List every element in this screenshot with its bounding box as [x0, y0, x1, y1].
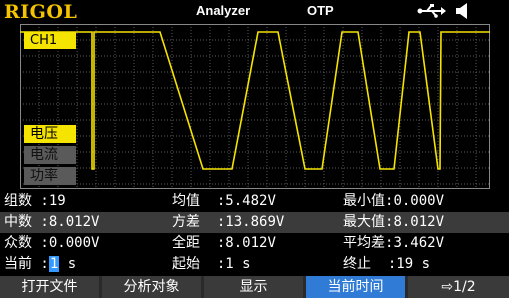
- page-indicator: 1/2: [453, 279, 476, 295]
- channel-label: CH1: [24, 32, 76, 49]
- current-time-field[interactable]: 1: [48, 256, 60, 272]
- stat-mode: 众数 :0.000V: [4, 235, 100, 251]
- stat-end-time: 终止 :19 s: [343, 256, 431, 272]
- arrow-right-icon: ⇨: [441, 279, 454, 295]
- usb-icon: [417, 4, 446, 18]
- stat-median: 中数 :8.012V: [4, 214, 100, 230]
- stat-mean-deviation: 平均差:3.462V: [343, 235, 445, 251]
- waveform-plot: [20, 24, 490, 189]
- stats-row: 众数 :0.000V 全距 :8.012V 平均差:3.462V: [0, 233, 509, 254]
- stat-mean: 均值 :5.482V: [172, 193, 276, 209]
- stat-variance: 方差 :13.869V: [172, 214, 285, 230]
- stat-range: 全距 :8.012V: [172, 235, 276, 251]
- open-file-softkey[interactable]: 打开文件: [0, 276, 99, 298]
- current-time-softkey[interactable]: 当前时间: [306, 276, 405, 298]
- stats-row: 组数 :19 均值 :5.482V 最小值:0.000V: [0, 191, 509, 212]
- mode-current-button[interactable]: 电流: [24, 146, 76, 164]
- stat-current-time[interactable]: 当前 :1 s: [4, 254, 76, 275]
- otp-indicator: OTP: [307, 3, 334, 18]
- mode-title: Analyzer: [196, 3, 251, 18]
- analysis-target-softkey[interactable]: 分析对象: [102, 276, 201, 298]
- mode-voltage-button[interactable]: 电压: [24, 125, 76, 143]
- stat-count: 组数 :19: [4, 193, 66, 209]
- brand-logo: RIGOL: [4, 1, 78, 23]
- stats-row: 中数 :8.012V 方差 :13.869V 最大值:8.012V: [0, 212, 509, 233]
- stat-min: 最小值:0.000V: [343, 193, 445, 209]
- voltage-trace: [20, 31, 490, 170]
- mode-power-button[interactable]: 功率: [24, 167, 76, 185]
- next-page-softkey[interactable]: ⇨1/2: [408, 276, 509, 298]
- stat-start-time: 起始 :1 s: [172, 256, 251, 272]
- display-softkey[interactable]: 显示: [204, 276, 303, 298]
- stat-max: 最大值:8.012V: [343, 214, 445, 230]
- softkey-bar: 打开文件 分析对象 显示 当前时间 ⇨1/2: [0, 276, 509, 298]
- stats-row: 当前 :1 s 起始 :1 s 终止 :19 s: [0, 254, 509, 275]
- speaker-icon: [456, 3, 467, 19]
- waveform-svg: [20, 24, 490, 189]
- top-status-bar: RIGOL Analyzer OTP: [0, 0, 509, 23]
